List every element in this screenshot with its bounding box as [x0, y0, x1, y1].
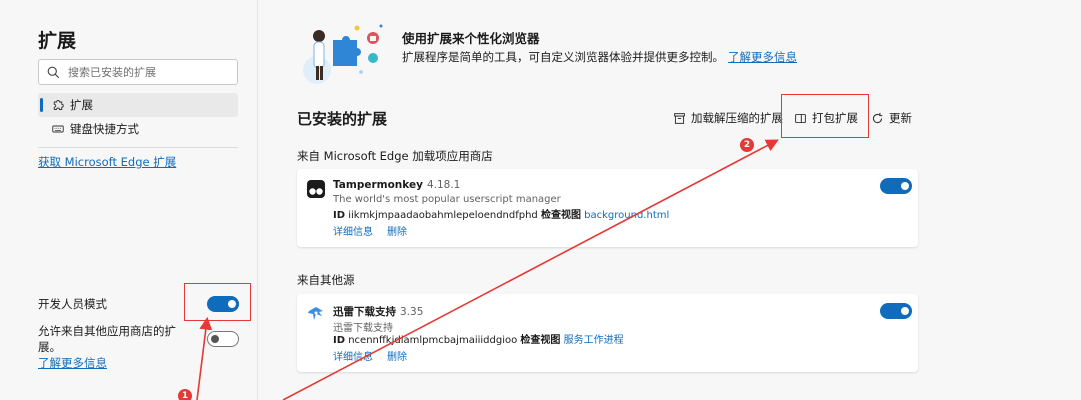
- get-extensions-link[interactable]: 获取 Microsoft Edge 扩展: [38, 154, 176, 170]
- extension-card-xunlei: 迅雷下载支持 3.35 迅雷下载支持 ID ncennffkjdiamlpmcba…: [297, 294, 918, 372]
- allow-learn-more-link[interactable]: 了解更多信息: [38, 356, 107, 370]
- load-unpacked-label: 加载解压缩的扩展: [691, 111, 783, 125]
- extension-id: iikmkjmpaadaobahmlepeloendndfphd: [348, 210, 538, 221]
- sidebar-title: 扩展: [38, 30, 77, 52]
- extension-version: 4.18.1: [426, 179, 461, 191]
- details-link[interactable]: 详细信息: [333, 227, 373, 238]
- search-icon: [47, 66, 60, 78]
- remove-link[interactable]: 删除: [387, 227, 407, 238]
- extension-id-row: ID iikmkjmpaadaobahmlepeloendndfphd 检查视图…: [333, 206, 669, 221]
- extension-enable-toggle[interactable]: [880, 178, 912, 194]
- section-label-other-sources: 来自其他源: [297, 273, 355, 287]
- sidebar: 扩展 扩展 键盘快捷方式 获取 Microsoft Edge 扩展 开发人员模式…: [0, 0, 258, 400]
- annotation-badge-1: 1: [178, 389, 192, 400]
- extension-name: Tampermonkey 4.18.1: [333, 179, 460, 191]
- thunder-bird-icon: [308, 307, 323, 320]
- extension-enable-toggle[interactable]: [880, 303, 912, 319]
- sidebar-item-label: 扩展: [70, 98, 93, 112]
- extension-description: The world's most popular userscript mana…: [333, 194, 561, 205]
- extension-actions: 详细信息 删除: [333, 348, 421, 363]
- keyboard-icon: [52, 125, 64, 133]
- section-label-edge-store: 来自 Microsoft Edge 加载项应用商店: [297, 149, 493, 163]
- extension-id-label: ID: [333, 335, 346, 346]
- search-input[interactable]: [68, 65, 228, 79]
- update-label: 更新: [889, 111, 912, 125]
- sidebar-item-label: 键盘快捷方式: [70, 122, 139, 136]
- extension-id-row: ID ncennffkjdiamlpmcbajmaiiiddgioo 检查视图 …: [333, 331, 624, 346]
- extension-name-text: Tampermonkey: [333, 179, 423, 191]
- remove-link[interactable]: 删除: [387, 352, 407, 363]
- extension-version: 3.35: [400, 306, 424, 318]
- extension-name: 迅雷下载支持 3.35: [333, 304, 423, 319]
- inspect-views-label: 检查视图: [520, 335, 561, 346]
- main-content: 使用扩展来个性化浏览器 扩展程序是简单的工具，可自定义浏览器体验并提供更多控制。…: [259, 0, 1081, 400]
- sidebar-nav: 扩展 键盘快捷方式: [38, 93, 238, 141]
- annotation-badge-2: 2: [740, 138, 754, 152]
- refresh-icon: [872, 112, 883, 123]
- installed-extensions-title: 已安装的扩展: [297, 110, 388, 128]
- allow-other-stores-text: 允许来自其他应用商店的扩展。 了解更多信息: [38, 323, 198, 371]
- inspect-view-link[interactable]: 服务工作进程: [564, 335, 624, 346]
- sidebar-item-keyboard-shortcuts[interactable]: 键盘快捷方式: [38, 117, 238, 141]
- extension-card-tampermonkey: Tampermonkey 4.18.1 The world's most popu…: [297, 169, 918, 247]
- allow-other-stores-label: 允许来自其他应用商店的扩展。: [38, 324, 176, 354]
- sidebar-item-extensions[interactable]: 扩展: [38, 93, 238, 117]
- load-unpacked-button[interactable]: 加载解压缩的扩展: [673, 110, 783, 126]
- hero-title: 使用扩展来个性化浏览器: [402, 31, 540, 46]
- update-button[interactable]: 更新: [871, 110, 912, 126]
- hero-learn-more-link[interactable]: 了解更多信息: [728, 50, 797, 64]
- annotation-box-2: [781, 94, 869, 138]
- extension-id-label: ID: [333, 210, 346, 221]
- extension-id: ncennffkjdiamlpmcbajmaiiiddgioo: [348, 335, 518, 346]
- tampermonkey-icon: [307, 180, 325, 198]
- search-box[interactable]: [38, 59, 238, 85]
- package-box-icon: [674, 112, 685, 124]
- hero-description: 扩展程序是简单的工具，可自定义浏览器体验并提供更多控制。 了解更多信息: [402, 49, 797, 65]
- puzzle-icon: [53, 100, 64, 110]
- details-link[interactable]: 详细信息: [333, 352, 373, 363]
- extension-actions: 详细信息 删除: [333, 223, 421, 238]
- allow-other-stores-toggle[interactable]: [207, 331, 239, 347]
- annotation-box-1: [184, 283, 251, 321]
- personalize-illustration-icon: [303, 24, 383, 84]
- hero-description-text: 扩展程序是简单的工具，可自定义浏览器体验并提供更多控制。: [402, 50, 724, 64]
- extension-name-text: 迅雷下载支持: [333, 306, 396, 318]
- inspect-view-link[interactable]: background.html: [584, 210, 669, 221]
- sidebar-divider: [38, 147, 238, 148]
- inspect-views-label: 检查视图: [540, 210, 581, 221]
- developer-mode-label: 开发人员模式: [38, 297, 107, 311]
